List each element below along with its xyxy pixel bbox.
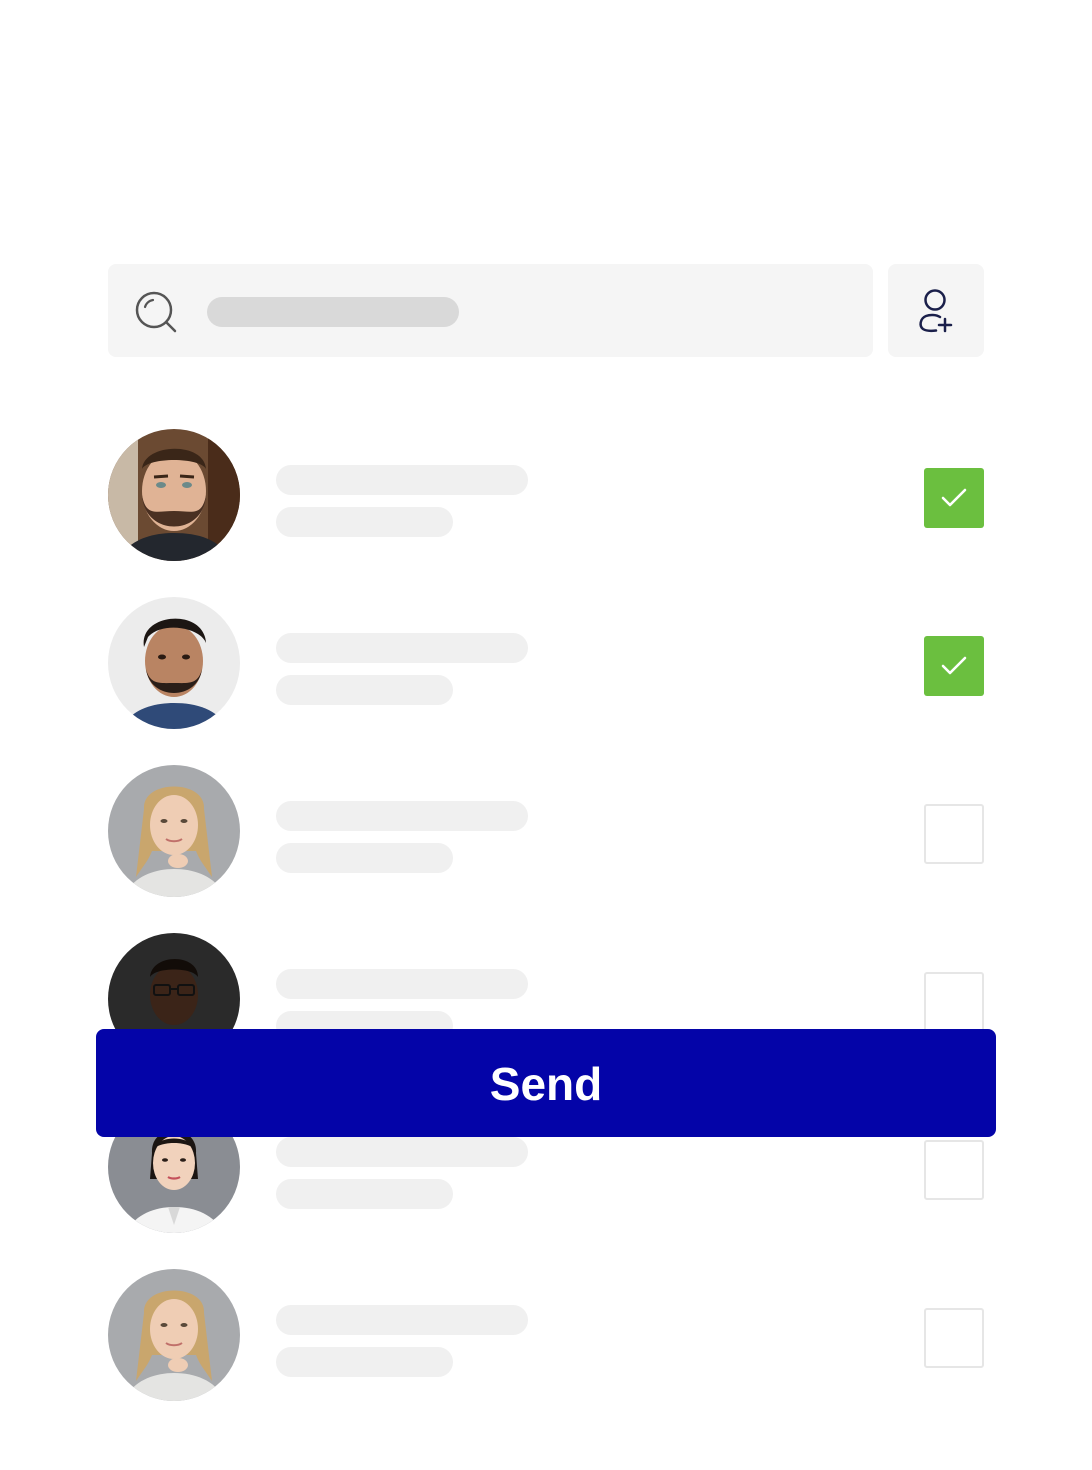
select-checkbox[interactable] [924,1308,984,1368]
contact-row[interactable] [108,765,984,897]
contact-name-placeholder [276,801,528,831]
contact-row[interactable] [108,1269,984,1401]
contact-name-placeholder [276,969,528,999]
add-user-icon [919,289,953,333]
contact-detail-placeholder [276,1347,453,1377]
search-icon [134,290,178,334]
contact-name-placeholder [276,1305,528,1335]
avatar [108,1269,240,1401]
search-placeholder-bar [207,297,459,327]
contact-detail-placeholder [276,1179,453,1209]
select-checkbox[interactable] [924,468,984,528]
checkmark-icon [941,488,967,507]
contact-row[interactable] [108,429,984,561]
contact-row[interactable] [108,597,984,729]
contact-detail-placeholder [276,843,453,873]
contact-name-placeholder [276,465,528,495]
select-checkbox[interactable] [924,1140,984,1200]
contact-detail-placeholder [276,675,453,705]
checkmark-icon [941,656,967,675]
contact-name-placeholder [276,633,528,663]
avatar [108,765,240,897]
select-checkbox[interactable] [924,804,984,864]
select-checkbox[interactable] [924,972,984,1032]
select-checkbox[interactable] [924,636,984,696]
send-button[interactable]: Send [96,1029,996,1137]
contact-detail-placeholder [276,507,453,537]
contact-name-placeholder [276,1137,528,1167]
avatar [108,429,240,561]
add-contact-button[interactable] [888,264,984,357]
avatar [108,597,240,729]
